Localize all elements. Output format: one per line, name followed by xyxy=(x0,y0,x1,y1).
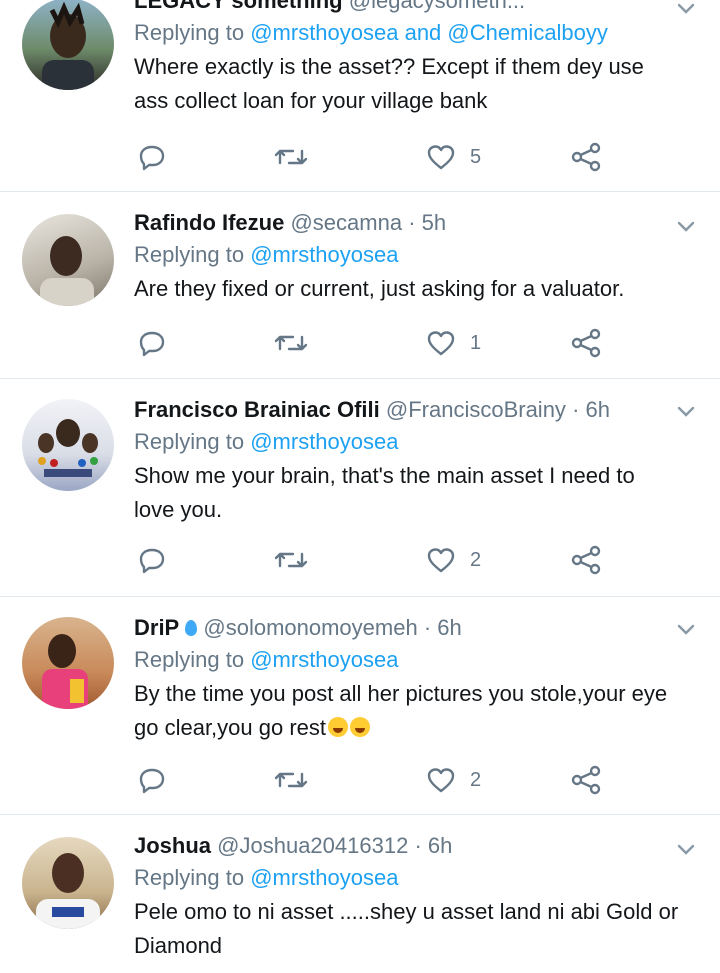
avatar[interactable] xyxy=(22,399,114,491)
reply-button[interactable] xyxy=(138,543,166,577)
reply-button[interactable] xyxy=(138,326,166,360)
replying-to: Replying to @mrsthoyosea xyxy=(134,861,696,895)
reply-button[interactable] xyxy=(138,140,166,174)
retweet-button[interactable] xyxy=(274,140,308,174)
share-icon xyxy=(571,328,601,358)
user-handle[interactable]: @FranciscoBrainy xyxy=(386,397,566,422)
like-button[interactable]: 2 xyxy=(426,763,481,797)
tweet-text-wrap: By the time you post all her pictures yo… xyxy=(134,677,696,745)
retweet-icon xyxy=(274,335,308,351)
avatar[interactable] xyxy=(22,837,114,929)
chevron-down-icon[interactable] xyxy=(674,399,698,423)
reply-mentions[interactable]: @mrsthoyosea and @Chemicalboyy xyxy=(250,20,608,45)
like-count: 5 xyxy=(470,145,482,168)
avatar-image xyxy=(42,634,88,709)
retweet-button[interactable] xyxy=(274,326,308,360)
heart-icon xyxy=(427,768,455,793)
avatar-image xyxy=(38,419,98,477)
reply-mentions[interactable]: @mrsthoyosea xyxy=(250,242,398,267)
user-handle[interactable]: @solomonomoyemeh xyxy=(203,615,417,640)
avatar-image xyxy=(42,1,94,90)
tweet-time[interactable]: · 6h xyxy=(572,397,610,422)
user-handle[interactable]: @Joshua20416312 xyxy=(217,833,408,858)
reply-icon xyxy=(139,768,165,794)
reply-button[interactable] xyxy=(138,763,166,797)
tweet[interactable]: DriP @solomonomoyemeh · 6h Replying to @… xyxy=(0,597,720,815)
retweet-icon xyxy=(274,149,308,165)
avatar[interactable] xyxy=(22,617,114,709)
user-handle[interactable]: @secamna xyxy=(290,210,402,235)
tweet[interactable]: Rafindo Ifezue @secamna · 5h Replying to… xyxy=(0,192,720,379)
chevron-down-icon[interactable] xyxy=(674,214,698,238)
tweet-time[interactable]: · 6h xyxy=(414,833,452,858)
heart-icon xyxy=(427,331,455,356)
chevron-down-icon[interactable] xyxy=(674,837,698,861)
like-button[interactable]: 5 xyxy=(426,140,481,174)
heart-icon xyxy=(427,548,455,573)
share-button[interactable] xyxy=(570,763,602,797)
share-button[interactable] xyxy=(570,326,602,360)
share-button[interactable] xyxy=(570,543,602,577)
tweet-text: Show me your brain, that's the main asse… xyxy=(134,463,635,522)
retweet-button[interactable] xyxy=(274,543,308,577)
laughing-emoji xyxy=(328,717,349,737)
replying-to-label: Replying to xyxy=(134,20,245,45)
avatar-image xyxy=(40,236,94,306)
reply-icon xyxy=(139,331,165,357)
like-count: 2 xyxy=(470,548,482,571)
tweet[interactable]: Francisco Brainiac Ofili @FranciscoBrain… xyxy=(0,379,720,597)
avatar-image xyxy=(36,853,100,929)
share-icon xyxy=(571,545,601,575)
heart-icon xyxy=(427,145,455,170)
like-button[interactable]: 2 xyxy=(426,543,481,577)
avatar[interactable] xyxy=(22,214,114,306)
like-button[interactable]: 1 xyxy=(426,326,481,360)
replying-to-label: Replying to xyxy=(134,429,245,454)
reply-mentions[interactable]: @mrsthoyosea xyxy=(250,865,398,890)
retweet-icon xyxy=(274,772,308,788)
like-count: 2 xyxy=(470,768,482,791)
reply-icon xyxy=(139,548,165,574)
water-drop-emoji xyxy=(185,620,198,636)
share-icon xyxy=(571,765,601,795)
display-name[interactable]: Francisco Brainiac Ofili xyxy=(134,397,380,422)
replying-to: Replying to @mrsthoyosea xyxy=(134,425,696,459)
retweet-button[interactable] xyxy=(274,763,308,797)
tweet-time[interactable]: · 6h xyxy=(424,615,462,640)
share-icon xyxy=(571,142,601,172)
tweet-time[interactable]: · 5h xyxy=(408,210,446,235)
share-button[interactable] xyxy=(570,140,602,174)
display-name[interactable]: Joshua xyxy=(134,833,211,858)
retweet-icon xyxy=(274,552,308,568)
display-name[interactable]: DriP xyxy=(134,615,179,640)
like-count: 1 xyxy=(470,331,482,354)
tweet-text: Where exactly is the asset?? Except if t… xyxy=(134,54,644,113)
chevron-down-icon[interactable] xyxy=(674,0,698,20)
replying-to-label: Replying to xyxy=(134,865,245,890)
reply-mentions[interactable]: @mrsthoyosea xyxy=(250,647,398,672)
user-handle[interactable]: @legacysometh... xyxy=(349,0,525,13)
tweet-text: Are they fixed or current, just asking f… xyxy=(134,276,625,301)
tweet-text: By the time you post all her pictures yo… xyxy=(134,681,668,740)
tweet[interactable]: Joshua @Joshua20416312 · 6h Replying to … xyxy=(0,815,720,973)
replying-to: Replying to @mrsthoyosea and @Chemicalbo… xyxy=(134,16,696,50)
laughing-emoji xyxy=(350,717,371,737)
replying-to: Replying to @mrsthoyosea xyxy=(134,238,696,272)
tweet-text: Pele omo to ni asset .....shey u asset l… xyxy=(134,899,679,958)
tweet[interactable]: LEGACY something @legacysometh... Replyi… xyxy=(0,0,720,192)
display-name[interactable]: Rafindo Ifezue xyxy=(134,210,284,235)
replying-to: Replying to @mrsthoyosea xyxy=(134,643,696,677)
reply-mentions[interactable]: @mrsthoyosea xyxy=(250,429,398,454)
replying-to-label: Replying to xyxy=(134,242,245,267)
chevron-down-icon[interactable] xyxy=(674,617,698,641)
replying-to-label: Replying to xyxy=(134,647,245,672)
display-name[interactable]: LEGACY something xyxy=(134,0,343,13)
reply-icon xyxy=(139,145,165,171)
avatar[interactable] xyxy=(22,0,114,90)
